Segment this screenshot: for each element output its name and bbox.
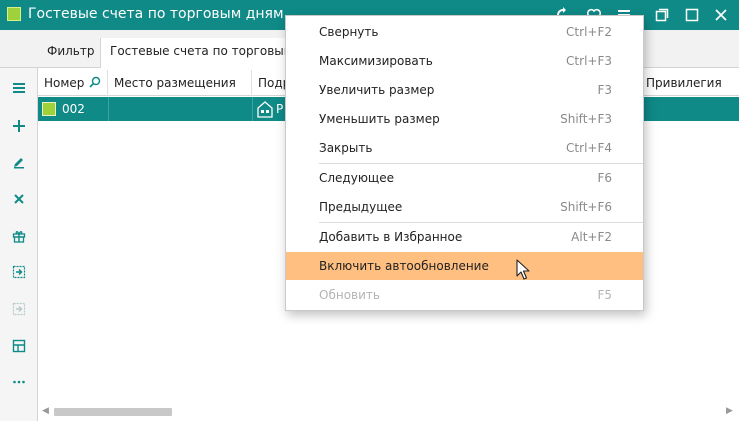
left-toolbar — [0, 68, 38, 421]
column-place-label: Место размещения — [114, 76, 236, 90]
menu-item-shortcut: Alt+F2 — [571, 230, 612, 244]
menu-item-label: Добавить в Избранное — [319, 230, 463, 244]
scroll-left-icon[interactable]: ◀ — [42, 406, 49, 416]
menu-item-add-favorite[interactable]: Добавить в Избранное Alt+F2 — [286, 223, 643, 251]
account-icon — [42, 102, 56, 116]
cell-separator — [108, 97, 109, 121]
menu-item-shortcut: Ctrl+F4 — [566, 141, 612, 155]
menu-item-close[interactable]: Закрыть Ctrl+F4 — [286, 134, 643, 162]
menu-item-label: Обновить — [319, 288, 380, 302]
tab-active-label: Гостевые счета по торговым д — [110, 44, 305, 58]
column-place[interactable]: Место размещения — [108, 70, 252, 96]
horizontal-scrollbar[interactable]: ◀ ▶ — [38, 405, 739, 419]
cell-separator — [252, 97, 253, 121]
building-icon — [257, 101, 273, 118]
column-number[interactable]: Номер — [38, 70, 108, 96]
layout-icon[interactable] — [0, 334, 37, 358]
menu-item-shortcut: F5 — [597, 288, 612, 302]
menu-item-shortcut: F6 — [597, 171, 612, 185]
menu-item-decrease-size[interactable]: Уменьшить размер Shift+F3 — [286, 105, 643, 133]
menu-icon[interactable] — [0, 76, 37, 100]
column-privilege-label: Привилегия — [646, 76, 722, 90]
search-icon[interactable] — [89, 76, 101, 88]
context-menu: Свернуть Ctrl+F2 Максимизировать Ctrl+F3… — [285, 15, 644, 311]
menu-item-label: Предыдущее — [319, 200, 403, 214]
menu-item-label: Закрыть — [319, 141, 373, 155]
scroll-right-icon[interactable]: ▶ — [726, 406, 733, 416]
menu-item-auto-refresh[interactable]: Включить автообновление — [286, 252, 643, 280]
menu-item-shortcut: Shift+F3 — [560, 112, 612, 126]
app-icon — [7, 7, 21, 21]
cell-sub: Р — [276, 102, 284, 116]
menu-item-shortcut: Ctrl+F2 — [566, 25, 612, 39]
menu-item-label: Уменьшить размер — [319, 112, 440, 126]
menu-item-maximize[interactable]: Максимизировать Ctrl+F3 — [286, 47, 643, 75]
menu-item-label: Свернуть — [319, 25, 379, 39]
menu-item-increase-size[interactable]: Увеличить размер F3 — [286, 76, 643, 104]
edit-icon[interactable] — [0, 150, 37, 174]
gift-icon[interactable] — [0, 224, 37, 248]
restore-icon[interactable] — [652, 5, 672, 25]
export-icon[interactable] — [0, 260, 37, 284]
more-icon[interactable] — [0, 370, 37, 394]
maximize-icon[interactable] — [682, 5, 702, 25]
menu-item-minimize[interactable]: Свернуть Ctrl+F2 — [286, 18, 643, 46]
cell-number: 002 — [62, 102, 85, 116]
menu-item-refresh: Обновить F5 — [286, 281, 643, 309]
menu-item-label: Максимизировать — [319, 54, 433, 68]
mouse-cursor-icon — [516, 259, 530, 280]
import-icon — [0, 297, 37, 321]
close-icon[interactable] — [711, 5, 731, 25]
menu-item-shortcut: Shift+F6 — [560, 200, 612, 214]
column-number-label: Номер — [44, 76, 85, 90]
menu-item-shortcut: Ctrl+F3 — [566, 54, 612, 68]
menu-item-previous[interactable]: Предыдущее Shift+F6 — [286, 193, 643, 221]
tab-filter[interactable]: Фильтр — [47, 44, 94, 58]
scroll-thumb[interactable] — [54, 408, 172, 416]
delete-icon[interactable] — [0, 187, 37, 211]
menu-item-shortcut: F3 — [597, 83, 612, 97]
menu-item-label: Включить автообновление — [319, 259, 489, 273]
menu-item-label: Следующее — [319, 171, 394, 185]
column-privilege[interactable]: Привилегия — [640, 70, 739, 96]
window-title: Гостевые счета по торговым дням — [28, 6, 284, 22]
menu-item-label: Увеличить размер — [319, 83, 435, 97]
menu-item-next[interactable]: Следующее F6 — [286, 164, 643, 192]
add-icon[interactable] — [0, 114, 37, 138]
